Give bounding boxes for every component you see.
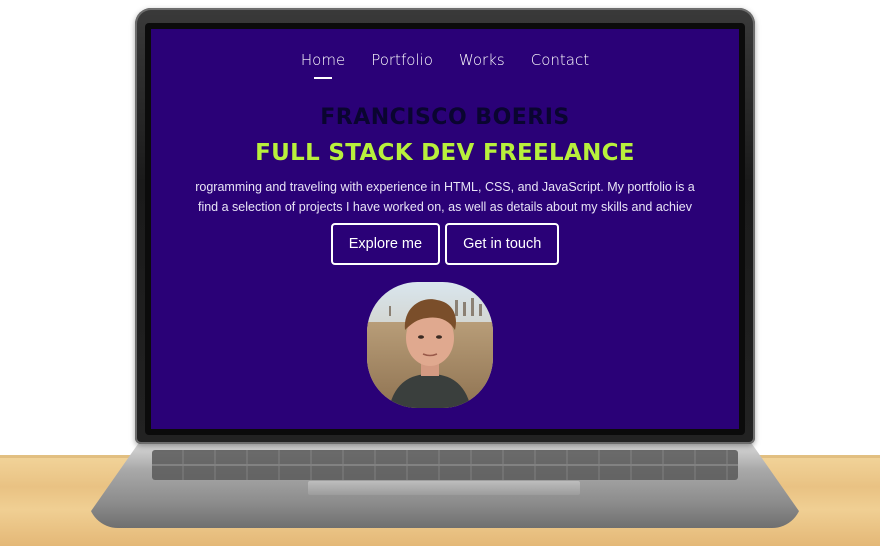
hero-bio-line-2: find a selection of projects I have work… [197,200,692,214]
hero-role: FULL STACK DEV FREELANCE [255,140,635,166]
hero-bio: rogramming and traveling with experience… [151,177,739,217]
main-nav: Home Portfolio Works Contact [151,51,739,69]
nav-portfolio[interactable]: Portfolio [371,51,433,69]
get-in-touch-button[interactable]: Get in touch [445,223,560,265]
website-screen: Home Portfolio Works Contact FRANCISCO B… [151,29,739,429]
avatar [367,282,493,408]
laptop-lid: Home Portfolio Works Contact FRANCISCO B… [135,8,755,444]
nav-home[interactable]: Home [301,51,345,69]
nav-works[interactable]: Works [459,51,505,69]
nav-contact[interactable]: Contact [531,51,589,69]
laptop-trackpad [308,481,580,495]
hero-name: FRANCISCO BOERIS [320,105,570,130]
laptop-keyboard [152,450,738,480]
hero-buttons: Explore me Get in touch [151,223,739,265]
laptop-bezel: Home Portfolio Works Contact FRANCISCO B… [145,23,745,435]
explore-button[interactable]: Explore me [330,223,441,265]
hero-bio-line-1: rogramming and traveling with experience… [195,180,695,194]
avatar-photo-icon [367,282,493,408]
